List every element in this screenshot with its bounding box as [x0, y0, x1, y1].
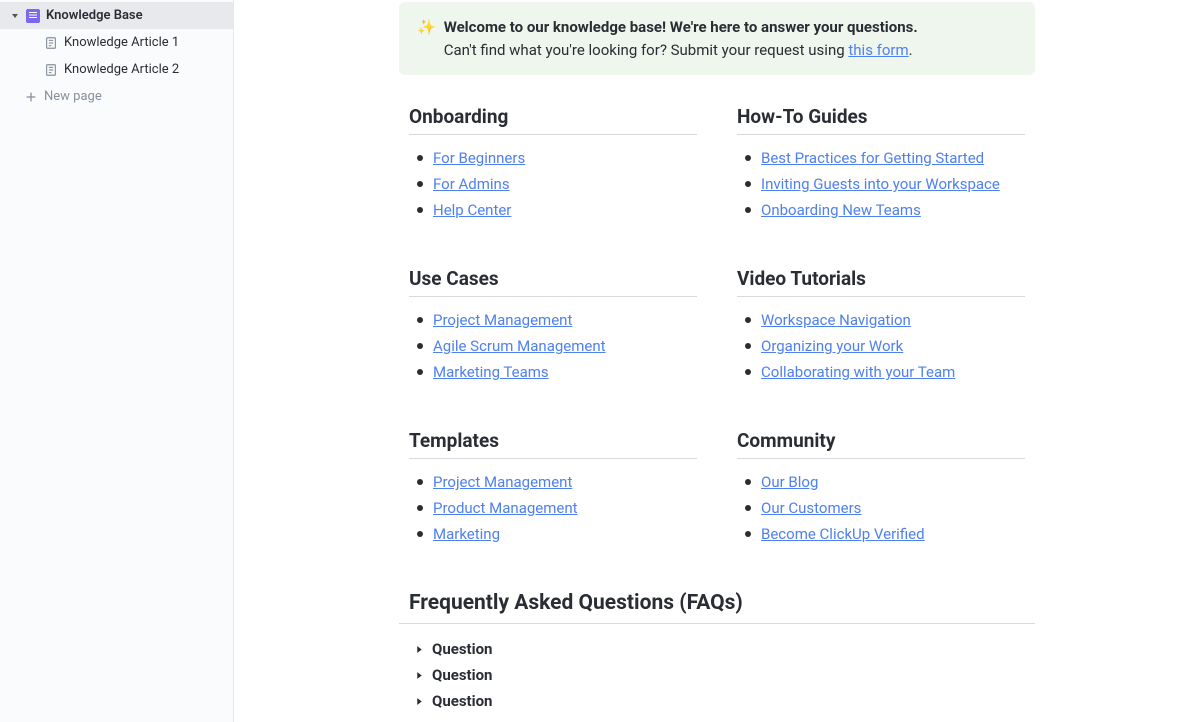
- list-item: Project Management: [409, 311, 697, 329]
- section: Onboarding For Beginners For Admins Help Ce…: [409, 105, 697, 227]
- link-list: Our Blog Our Customers Become ClickUp Veri…: [737, 473, 1025, 543]
- caret-down-icon: [10, 11, 20, 21]
- list-item: Project Management: [409, 473, 697, 491]
- knowledge-base-icon: [26, 9, 40, 23]
- faq-title: Frequently Asked Questions (FAQs): [409, 591, 1025, 615]
- sidebar-root-label: Knowledge Base: [46, 8, 143, 23]
- list-item: Help Center: [409, 201, 697, 219]
- caret-right-icon: [415, 666, 424, 684]
- section-title: Video Tutorials: [737, 267, 1025, 297]
- sidebar-item-article-1[interactable]: Knowledge Article 1: [0, 29, 233, 56]
- section-link[interactable]: Become ClickUp Verified: [761, 525, 925, 543]
- document-icon: [44, 63, 58, 77]
- section-link[interactable]: Collaborating with your Team: [761, 363, 955, 381]
- document-icon: [44, 36, 58, 50]
- link-list: For Beginners For Admins Help Center: [409, 149, 697, 219]
- section-title: How-To Guides: [737, 105, 1025, 135]
- banner-headline: Welcome to our knowledge base! We're her…: [444, 18, 918, 36]
- section-link[interactable]: Our Blog: [761, 473, 818, 491]
- sidebar-article-2-label: Knowledge Article 2: [64, 62, 179, 77]
- list-item: Our Blog: [737, 473, 1025, 491]
- list-item: Collaborating with your Team: [737, 363, 1025, 381]
- section-link[interactable]: Organizing your Work: [761, 337, 903, 355]
- section-link[interactable]: Marketing: [433, 525, 500, 543]
- section-link[interactable]: Onboarding New Teams: [761, 201, 921, 219]
- list-item: Agile Scrum Management: [409, 337, 697, 355]
- list-item: Marketing Teams: [409, 363, 697, 381]
- section: Templates Project Management Product Manag…: [409, 429, 697, 551]
- sparkle-icon: ✨: [417, 16, 436, 39]
- section-link[interactable]: Marketing Teams: [433, 363, 549, 381]
- section: How-To Guides Best Practices for Getting …: [737, 105, 1025, 227]
- plus-icon: [24, 90, 38, 104]
- section-link[interactable]: Agile Scrum Management: [433, 337, 606, 355]
- caret-right-icon: [415, 692, 424, 710]
- section-link[interactable]: Our Customers: [761, 499, 861, 517]
- banner-subtext-b: .: [909, 41, 913, 59]
- sidebar-item-knowledge-base[interactable]: Knowledge Base: [0, 2, 233, 29]
- section-link[interactable]: Project Management: [433, 473, 572, 491]
- sidebar-new-page[interactable]: New page: [0, 83, 233, 110]
- section-title: Onboarding: [409, 105, 697, 135]
- faq-item[interactable]: Question: [409, 688, 1025, 714]
- link-list: Project Management Product Management Mark…: [409, 473, 697, 543]
- banner-text: Welcome to our knowledge base! We're her…: [444, 16, 918, 61]
- list-item: Inviting Guests into your Workspace: [737, 175, 1025, 193]
- section-title: Community: [737, 429, 1025, 459]
- link-list: Project Management Agile Scrum Management…: [409, 311, 697, 381]
- list-item: Become ClickUp Verified: [737, 525, 1025, 543]
- section-link[interactable]: Project Management: [433, 311, 572, 329]
- link-list: Best Practices for Getting Started Inviti…: [737, 149, 1025, 219]
- faq-question-label: Question: [432, 640, 492, 658]
- faq-list: Question Question Question: [409, 636, 1025, 714]
- section-title: Use Cases: [409, 267, 697, 297]
- section-link[interactable]: Inviting Guests into your Workspace: [761, 175, 1000, 193]
- list-item: Product Management: [409, 499, 697, 517]
- faq-item[interactable]: Question: [409, 636, 1025, 662]
- section-link[interactable]: Best Practices for Getting Started: [761, 149, 984, 167]
- main-content: ✨ Welcome to our knowledge base! We're h…: [234, 0, 1200, 722]
- list-item: Organizing your Work: [737, 337, 1025, 355]
- list-item: For Beginners: [409, 149, 697, 167]
- sidebar-item-article-2[interactable]: Knowledge Article 2: [0, 56, 233, 83]
- section: Video Tutorials Workspace Navigation Organ…: [737, 267, 1025, 389]
- section-link[interactable]: Workspace Navigation: [761, 311, 911, 329]
- link-list: Workspace Navigation Organizing your Work…: [737, 311, 1025, 381]
- faq-question-label: Question: [432, 666, 492, 684]
- list-item: Marketing: [409, 525, 697, 543]
- section: Community Our Blog Our Customers Become Cli…: [737, 429, 1025, 551]
- section-title: Templates: [409, 429, 697, 459]
- list-item: Onboarding New Teams: [737, 201, 1025, 219]
- faq-question-label: Question: [432, 692, 492, 710]
- faq-item[interactable]: Question: [409, 662, 1025, 688]
- list-item: Best Practices for Getting Started: [737, 149, 1025, 167]
- sidebar: Knowledge Base Knowledge Article 1 Knowl…: [0, 0, 234, 722]
- list-item: Workspace Navigation: [737, 311, 1025, 329]
- section-link[interactable]: For Admins: [433, 175, 510, 193]
- banner-form-link[interactable]: this form: [848, 41, 908, 59]
- new-page-label: New page: [44, 89, 102, 104]
- list-item: Our Customers: [737, 499, 1025, 517]
- welcome-banner: ✨ Welcome to our knowledge base! We're h…: [399, 2, 1035, 75]
- section-link[interactable]: Help Center: [433, 201, 511, 219]
- section-link[interactable]: For Beginners: [433, 149, 525, 167]
- sections-grid: Onboarding For Beginners For Admins Help Ce…: [409, 105, 1025, 551]
- list-item: For Admins: [409, 175, 697, 193]
- section-link[interactable]: Product Management: [433, 499, 578, 517]
- sidebar-article-1-label: Knowledge Article 1: [64, 35, 179, 50]
- caret-right-icon: [415, 640, 424, 658]
- section: Use Cases Project Management Agile Scrum M…: [409, 267, 697, 389]
- banner-subtext-a: Can't find what you're looking for? Subm…: [444, 41, 849, 59]
